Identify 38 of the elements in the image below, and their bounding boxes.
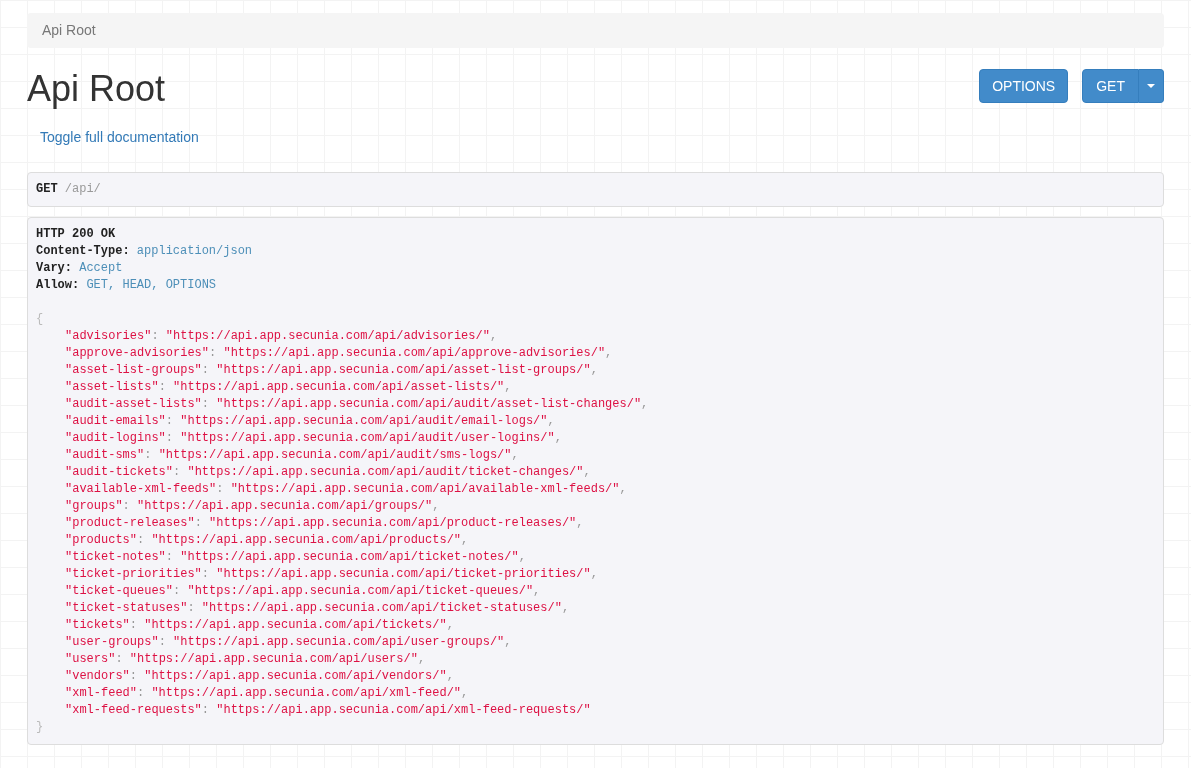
json-entry[interactable]: "ticket-notes": "https://api.app.secunia.com/api/ticket-notes/", (65, 550, 526, 564)
json-entry[interactable]: "users": "https://api.app.secunia.com/api/users/", (65, 652, 426, 666)
caret-icon (1147, 84, 1155, 88)
json-entry[interactable]: "asset-list-groups": "https://api.app.secunia.com/api/asset-list-groups/", (65, 363, 598, 377)
breadcrumb-item: Api Root (42, 21, 96, 40)
request-method: GET (36, 182, 58, 196)
json-entry[interactable]: "user-groups": "https://api.app.secunia.com/api/user-groups/", (65, 635, 512, 649)
json-entry[interactable]: "audit-sms": "https://api.app.secunia.com/api/audit/sms-logs/", (65, 448, 519, 462)
response-header: Vary: Accept (36, 260, 124, 277)
dropdown-toggle[interactable] (1139, 69, 1164, 103)
json-brace: } (36, 720, 44, 734)
json-entry[interactable]: "ticket-statuses": "https://api.app.secunia.com/api/ticket-statuses/", (65, 601, 570, 615)
response-header: Content-Type: application/json (36, 243, 254, 260)
json-entry[interactable]: "approve-advisories": "https://api.app.secunia.com/api/approve-advisories/", (65, 346, 613, 360)
json-entry[interactable]: "available-xml-feeds": "https://api.app.secunia.com/api/available-xml-feeds/", (65, 482, 627, 496)
json-brace: { (36, 312, 44, 326)
toggle-documentation-link[interactable]: Toggle full documentation (40, 127, 199, 148)
json-entry[interactable]: "asset-lists": "https://api.app.secunia.com/api/asset-lists/", (65, 380, 512, 394)
page-title: Api Root (27, 69, 166, 109)
json-entry[interactable]: "groups": "https://api.app.secunia.com/api/groups/", (65, 499, 440, 513)
json-entry[interactable]: "xml-feed-requests": "https://api.app.secunia.com/api/xml-feed-requests/" (65, 703, 591, 717)
get-button[interactable]: GET (1082, 69, 1139, 103)
request-path: /api/ (64, 182, 101, 196)
options-button[interactable]: OPTIONS (979, 69, 1069, 103)
json-entry[interactable]: "advisories": "https://api.app.secunia.com/api/advisories/", (65, 329, 498, 343)
json-entry[interactable]: "xml-feed": "https://api.app.secunia.com/api/xml-feed/", (65, 686, 469, 700)
json-entry[interactable]: "product-releases": "https://api.app.secunia.com/api/product-releases/", (65, 516, 584, 530)
json-entry[interactable]: "audit-asset-lists": "https://api.app.secunia.com/api/audit/asset-list-changes/", (65, 397, 649, 411)
response-header: Allow: GET, HEAD, OPTIONS (36, 277, 218, 294)
json-entry[interactable]: "ticket-queues": "https://api.app.secunia.com/api/ticket-queues/", (65, 584, 541, 598)
json-entry[interactable]: "vendors": "https://api.app.secunia.com/api/vendors/", (65, 669, 454, 683)
status-line: HTTP 200 OK (36, 226, 117, 243)
json-entry[interactable]: "audit-logins": "https://api.app.secunia.com/api/audit/user-logins/", (65, 431, 562, 445)
json-entry[interactable]: "tickets": "https://api.app.secunia.com/api/tickets/", (65, 618, 454, 632)
json-entry[interactable]: "products": "https://api.app.secunia.com/api/products/", (65, 533, 469, 547)
json-entry[interactable]: "ticket-priorities": "https://api.app.secunia.com/api/ticket-priorities/", (65, 567, 598, 581)
json-entry[interactable]: "audit-emails": "https://api.app.secunia.com/api/audit/email-logs/", (65, 414, 555, 428)
json-entry[interactable]: "audit-tickets": "https://api.app.secunia.com/api/audit/ticket-changes/", (65, 465, 591, 479)
